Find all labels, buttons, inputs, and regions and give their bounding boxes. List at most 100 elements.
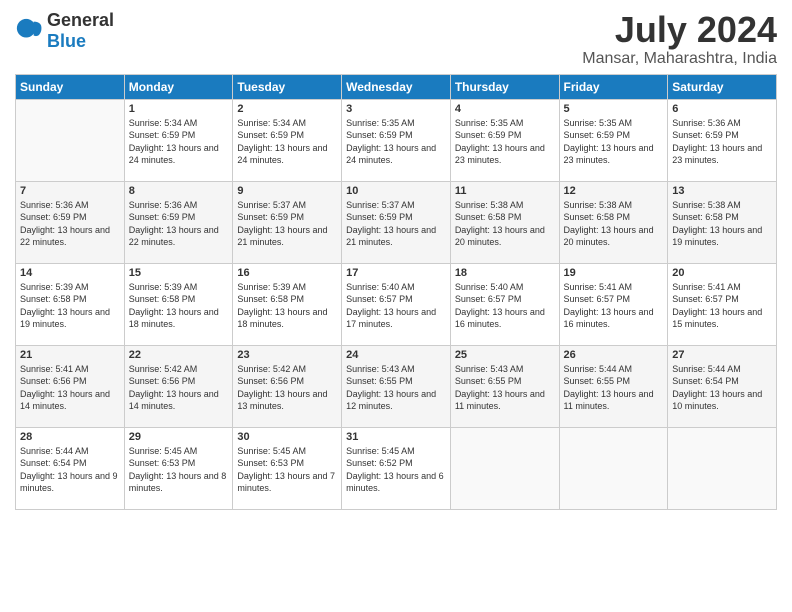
col-sunday: Sunday [16,74,125,99]
day-cell [668,427,777,509]
day-number: 22 [129,349,229,361]
cell-content: Sunrise: 5:36 AMSunset: 6:59 PMDaylight:… [672,117,772,167]
cell-content: Sunrise: 5:39 AMSunset: 6:58 PMDaylight:… [20,281,120,331]
week-row-2: 7 Sunrise: 5:36 AMSunset: 6:59 PMDaylight… [16,181,777,263]
cell-content: Sunrise: 5:36 AMSunset: 6:59 PMDaylight:… [129,199,229,249]
week-row-5: 28Sunrise: 5:44 AMSunset: 6:54 PMDayligh… [16,427,777,509]
logo-icon [15,17,43,45]
day-cell: 23 Sunrise: 5:42 AMSunset: 6:56 PMDayligh… [233,345,342,427]
day-cell: 21Sunrise: 5:41 AMSunset: 6:56 PMDayligh… [16,345,125,427]
day-cell [450,427,559,509]
logo-blue: Blue [47,31,86,51]
day-number: 11 [455,185,555,197]
day-number: 25 [455,349,555,361]
week-row-4: 21Sunrise: 5:41 AMSunset: 6:56 PMDayligh… [16,345,777,427]
day-number: 16 [237,267,337,279]
title-area: July 2024 Mansar, Maharashtra, India [582,10,777,68]
cell-content: Sunrise: 5:44 AMSunset: 6:54 PMDaylight:… [672,363,772,413]
cell-content: Sunrise: 5:39 AMSunset: 6:58 PMDaylight:… [129,281,229,331]
day-number: 27 [672,349,772,361]
cell-content: Sunrise: 5:45 AMSunset: 6:52 PMDaylight:… [346,445,446,495]
cell-content: Sunrise: 5:37 AMSunset: 6:59 PMDaylight:… [346,199,446,249]
day-number: 7 [20,185,120,197]
day-number: 31 [346,431,446,443]
day-cell: 4 Sunrise: 5:35 AMSunset: 6:59 PMDaylight… [450,99,559,181]
day-number: 23 [237,349,337,361]
day-cell: 2 Sunrise: 5:34 AMSunset: 6:59 PMDaylight… [233,99,342,181]
day-number: 14 [20,267,120,279]
day-number: 20 [672,267,772,279]
day-number: 17 [346,267,446,279]
cell-content: Sunrise: 5:45 AMSunset: 6:53 PMDaylight:… [129,445,229,495]
day-number: 9 [237,185,337,197]
day-number: 3 [346,103,446,115]
day-cell: 15 Sunrise: 5:39 AMSunset: 6:58 PMDayligh… [124,263,233,345]
day-cell: 31 Sunrise: 5:45 AMSunset: 6:52 PMDayligh… [342,427,451,509]
location: Mansar, Maharashtra, India [582,50,777,68]
day-number: 12 [564,185,664,197]
day-cell: 26 Sunrise: 5:44 AMSunset: 6:55 PMDayligh… [559,345,668,427]
cell-content: Sunrise: 5:44 AMSunset: 6:55 PMDaylight:… [564,363,664,413]
cell-content: Sunrise: 5:35 AMSunset: 6:59 PMDaylight:… [455,117,555,167]
day-cell: 18 Sunrise: 5:40 AMSunset: 6:57 PMDayligh… [450,263,559,345]
day-cell: 5 Sunrise: 5:35 AMSunset: 6:59 PMDaylight… [559,99,668,181]
day-number: 4 [455,103,555,115]
day-cell [16,99,125,181]
cell-content: Sunrise: 5:35 AMSunset: 6:59 PMDaylight:… [346,117,446,167]
day-number: 10 [346,185,446,197]
cell-content: Sunrise: 5:39 AMSunset: 6:58 PMDaylight:… [237,281,337,331]
day-cell: 25 Sunrise: 5:43 AMSunset: 6:55 PMDayligh… [450,345,559,427]
day-cell: 27 Sunrise: 5:44 AMSunset: 6:54 PMDayligh… [668,345,777,427]
cell-content: Sunrise: 5:38 AMSunset: 6:58 PMDaylight:… [672,199,772,249]
cell-content: Sunrise: 5:42 AMSunset: 6:56 PMDaylight:… [129,363,229,413]
cell-content: Sunrise: 5:43 AMSunset: 6:55 PMDaylight:… [455,363,555,413]
logo: General Blue [15,10,114,52]
day-cell: 6 Sunrise: 5:36 AMSunset: 6:59 PMDaylight… [668,99,777,181]
day-cell [559,427,668,509]
logo-text: General Blue [47,10,114,52]
cell-content: Sunrise: 5:35 AMSunset: 6:59 PMDaylight:… [564,117,664,167]
day-cell: 20Sunrise: 5:41 AMSunset: 6:57 PMDayligh… [668,263,777,345]
calendar-table: Sunday Monday Tuesday Wednesday Thursday… [15,74,777,510]
day-cell: 24Sunrise: 5:43 AMSunset: 6:55 PMDayligh… [342,345,451,427]
cell-content: Sunrise: 5:40 AMSunset: 6:57 PMDaylight:… [346,281,446,331]
day-number: 5 [564,103,664,115]
day-number: 18 [455,267,555,279]
day-cell: 9 Sunrise: 5:37 AMSunset: 6:59 PMDaylight… [233,181,342,263]
cell-content: Sunrise: 5:42 AMSunset: 6:56 PMDaylight:… [237,363,337,413]
day-number: 15 [129,267,229,279]
day-number: 6 [672,103,772,115]
cell-content: Sunrise: 5:34 AMSunset: 6:59 PMDaylight:… [237,117,337,167]
cell-content: Sunrise: 5:36 AMSunset: 6:59 PMDaylight:… [20,199,120,249]
cell-content: Sunrise: 5:34 AMSunset: 6:59 PMDaylight:… [129,117,229,167]
day-cell: 16 Sunrise: 5:39 AMSunset: 6:58 PMDayligh… [233,263,342,345]
col-tuesday: Tuesday [233,74,342,99]
col-wednesday: Wednesday [342,74,451,99]
cell-content: Sunrise: 5:40 AMSunset: 6:57 PMDaylight:… [455,281,555,331]
day-cell: 1 Sunrise: 5:34 AMSunset: 6:59 PMDaylight… [124,99,233,181]
col-thursday: Thursday [450,74,559,99]
day-number: 30 [237,431,337,443]
day-cell: 7 Sunrise: 5:36 AMSunset: 6:59 PMDaylight… [16,181,125,263]
day-cell: 3 Sunrise: 5:35 AMSunset: 6:59 PMDaylight… [342,99,451,181]
cell-content: Sunrise: 5:37 AMSunset: 6:59 PMDaylight:… [237,199,337,249]
col-friday: Friday [559,74,668,99]
day-cell: 29 Sunrise: 5:45 AMSunset: 6:53 PMDayligh… [124,427,233,509]
day-cell: 14 Sunrise: 5:39 AMSunset: 6:58 PMDayligh… [16,263,125,345]
day-number: 29 [129,431,229,443]
day-cell: 13 Sunrise: 5:38 AMSunset: 6:58 PMDayligh… [668,181,777,263]
day-number: 1 [129,103,229,115]
cell-content: Sunrise: 5:38 AMSunset: 6:58 PMDaylight:… [564,199,664,249]
cell-content: Sunrise: 5:45 AMSunset: 6:53 PMDaylight:… [237,445,337,495]
day-number: 26 [564,349,664,361]
header-row: Sunday Monday Tuesday Wednesday Thursday… [16,74,777,99]
col-saturday: Saturday [668,74,777,99]
day-cell: 22 Sunrise: 5:42 AMSunset: 6:56 PMDayligh… [124,345,233,427]
day-number: 13 [672,185,772,197]
cell-content: Sunrise: 5:43 AMSunset: 6:55 PMDaylight:… [346,363,446,413]
cell-content: Sunrise: 5:41 AMSunset: 6:57 PMDaylight:… [564,281,664,331]
week-row-3: 14 Sunrise: 5:39 AMSunset: 6:58 PMDayligh… [16,263,777,345]
week-row-1: 1 Sunrise: 5:34 AMSunset: 6:59 PMDaylight… [16,99,777,181]
day-number: 19 [564,267,664,279]
day-number: 2 [237,103,337,115]
